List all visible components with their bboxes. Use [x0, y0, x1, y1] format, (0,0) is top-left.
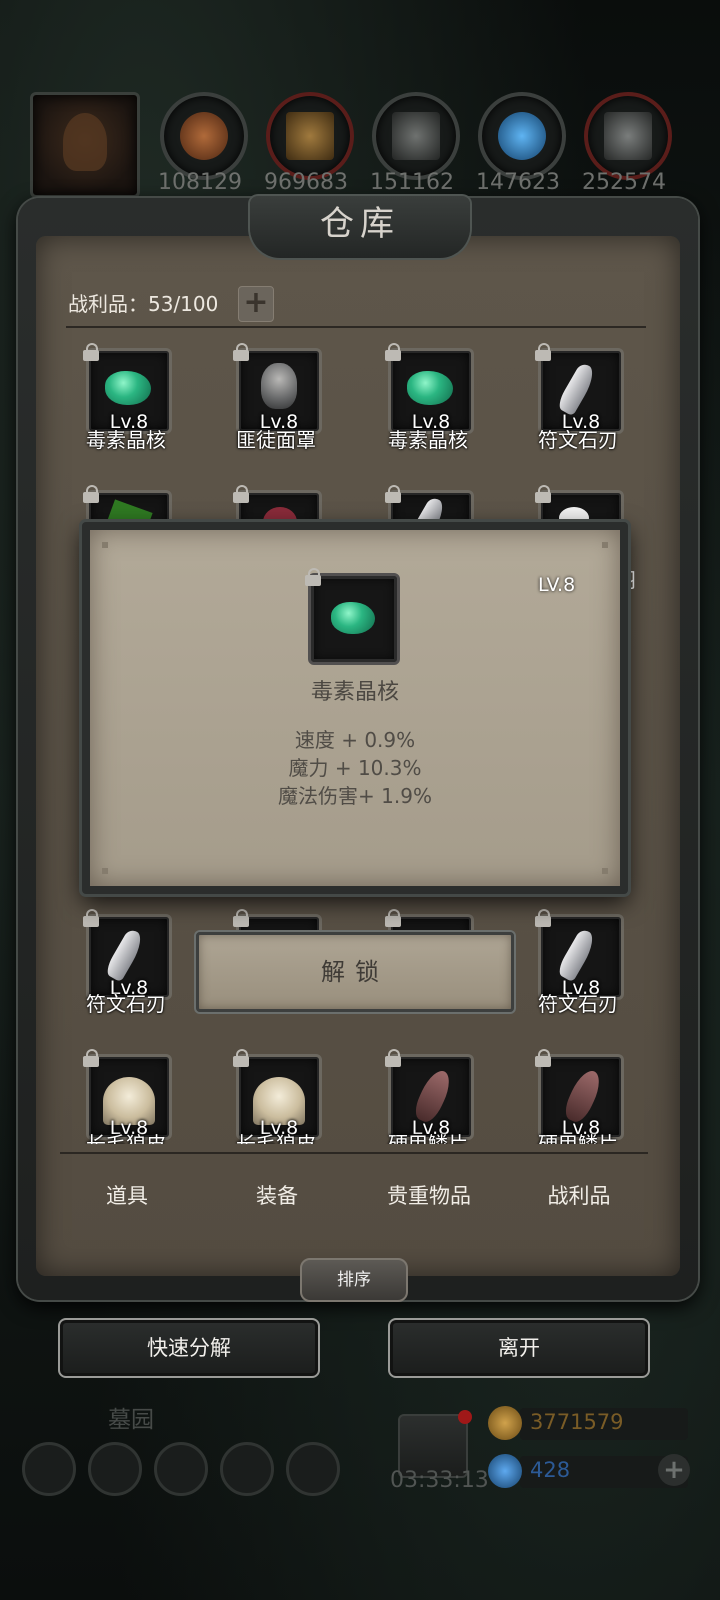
notification-dot	[458, 1410, 472, 1424]
lock-icon	[83, 909, 99, 927]
toxin-crystal-icon	[407, 371, 453, 405]
divider	[66, 326, 646, 328]
leave-button[interactable]: 离开	[388, 1318, 650, 1378]
sort-button[interactable]: 排序	[300, 1258, 408, 1302]
detail-item-name: 毒素晶核	[310, 680, 399, 705]
gem-value: 428	[530, 1458, 571, 1482]
item-slot[interactable]: Lv.8	[83, 343, 172, 434]
item-name: 符文石刃	[538, 992, 618, 1016]
resource-2-icon	[266, 92, 354, 180]
lock-icon	[385, 909, 401, 927]
unlock-button[interactable]: 解锁	[196, 932, 514, 1012]
lock-icon	[233, 485, 249, 503]
resource-3-core	[392, 112, 440, 160]
diamond-icon	[488, 1454, 522, 1488]
character-icon[interactable]	[154, 1442, 208, 1496]
capacity-label: 战利品：53/100	[68, 292, 219, 316]
tab-items[interactable]: 道具	[62, 1180, 192, 1210]
rune-blade-icon	[103, 927, 147, 983]
tab-loot[interactable]: 战利品	[514, 1180, 644, 1210]
warehouse-title: 仓库	[320, 204, 400, 244]
gear-icon[interactable]	[22, 1442, 76, 1496]
resource-1-value: 108129	[158, 170, 242, 195]
add-currency-button[interactable]: +	[658, 1454, 690, 1486]
toxin-crystal-icon	[105, 371, 151, 405]
lock-icon	[233, 909, 249, 927]
item-name: 长毛狼皮	[236, 1132, 316, 1144]
lock-icon	[535, 343, 551, 361]
stat-line: 魔力 + 10.3%	[288, 756, 422, 780]
resource-1-core	[180, 112, 228, 160]
character-portrait[interactable]	[30, 92, 140, 198]
bandit-mask-icon	[261, 363, 297, 409]
item-name: 匪徒面罩	[236, 428, 316, 452]
lock-icon	[233, 343, 249, 361]
resource-3-icon	[372, 92, 460, 180]
item-name: 毒素晶核	[388, 428, 468, 452]
lock-icon	[83, 485, 99, 503]
gift-timer: 03:33:13	[390, 1468, 489, 1493]
lock-icon	[535, 1049, 551, 1067]
stat-line: 魔法伤害+ 1.9%	[278, 784, 432, 808]
stat-line: 速度 + 0.9%	[294, 728, 416, 752]
settings-icon[interactable]	[286, 1442, 340, 1496]
add-capacity-button[interactable]: +	[238, 286, 274, 322]
rune-blade-icon	[555, 361, 599, 417]
resource-4-value: 147623	[476, 170, 560, 195]
item-slot[interactable]: Lv.8	[385, 343, 474, 434]
item-name: 长毛狼皮	[86, 1132, 166, 1144]
tab-equipment[interactable]: 装备	[212, 1180, 342, 1210]
hood-icon	[63, 113, 107, 171]
item-slot[interactable]: Lv.8	[535, 343, 624, 434]
resource-1-icon	[160, 92, 248, 180]
tabs-divider	[60, 1152, 648, 1154]
gold-coin-icon	[488, 1406, 522, 1440]
resource-2-value: 969683	[264, 170, 348, 195]
item-name: 硬甲鳞片	[538, 1132, 618, 1144]
quick-decompose-button[interactable]: 快速分解	[58, 1318, 320, 1378]
corner-dot	[102, 868, 108, 874]
resource-5-value: 252574	[582, 170, 666, 195]
gold-value: 3771579	[530, 1410, 624, 1434]
item-name: 毒素晶核	[86, 428, 166, 452]
resource-3-value: 151162	[370, 170, 454, 195]
lock-icon	[83, 343, 99, 361]
resource-4-icon	[478, 92, 566, 180]
star-icon[interactable]	[88, 1442, 142, 1496]
rune-blade-icon	[555, 927, 599, 983]
resource-5-core	[604, 112, 652, 160]
corner-dot	[602, 542, 608, 548]
tab-valuables[interactable]: 贵重物品	[364, 1180, 494, 1210]
lock-icon	[385, 485, 401, 503]
resource-4-core	[498, 112, 546, 160]
corner-dot	[602, 868, 608, 874]
item-name: 符文石刃	[538, 428, 618, 452]
lock-icon	[535, 909, 551, 927]
resource-5-icon	[584, 92, 672, 180]
lock-icon	[83, 1049, 99, 1067]
area-name: 墓园	[108, 1407, 154, 1433]
lock-icon	[385, 343, 401, 361]
corner-dot	[102, 542, 108, 548]
item-name: 符文石刃	[86, 992, 166, 1016]
resource-2-core	[286, 112, 334, 160]
lock-icon	[535, 485, 551, 503]
lock-icon	[385, 1049, 401, 1067]
detail-item-slot	[305, 568, 400, 665]
item-slot[interactable]: Lv.8	[233, 343, 322, 434]
toxin-crystal-icon	[331, 602, 375, 634]
detail-item-level: LV.8	[538, 574, 576, 596]
item-name: 硬甲鳞片	[388, 1132, 468, 1144]
lock-icon	[305, 568, 321, 586]
mail-icon[interactable]	[220, 1442, 274, 1496]
lock-icon	[233, 1049, 249, 1067]
